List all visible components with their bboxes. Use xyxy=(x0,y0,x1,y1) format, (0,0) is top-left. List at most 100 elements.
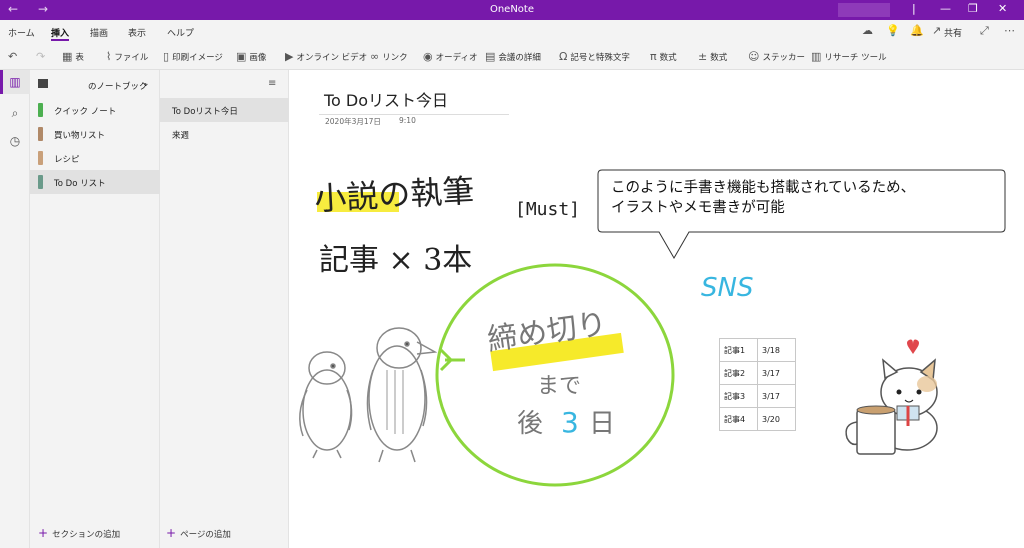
section-label: クイック ノート xyxy=(54,107,117,117)
ink-until[interactable]: まで xyxy=(537,374,581,399)
close-icon[interactable]: ✕ xyxy=(998,2,1007,15)
account-area[interactable] xyxy=(838,3,890,17)
redo-icon[interactable]: ↷ xyxy=(36,50,48,63)
omega-icon: Ω xyxy=(559,50,568,63)
table-row: 記事2 3/17 xyxy=(719,361,796,385)
pi-icon: π xyxy=(650,50,657,63)
plus-icon: + xyxy=(38,526,49,540)
page-label: 来週 xyxy=(172,131,190,141)
penguin-sketch-large xyxy=(366,327,438,463)
green-arrow xyxy=(439,348,465,372)
undo-icon[interactable]: ↶ xyxy=(8,50,20,63)
paperclip-icon: ⌇ xyxy=(106,50,112,63)
section-label: レシピ xyxy=(54,155,80,165)
sync-icon[interactable]: ☁ xyxy=(862,24,873,37)
ink-three[interactable]: 3 xyxy=(561,406,579,439)
penguin-sketch-small xyxy=(299,351,353,459)
more-icon[interactable]: ⋯ xyxy=(1004,24,1015,37)
notebooks-icon[interactable]: ▥ xyxy=(0,70,30,94)
navigation-rail: ▥ ⌕ ◷ xyxy=(0,70,30,548)
image-icon: ▣ xyxy=(236,50,247,63)
heart-icon xyxy=(907,339,919,354)
table-row: 記事1 3/18 xyxy=(719,338,796,362)
math-button[interactable]: ± 数式 xyxy=(698,50,727,63)
tab-draw[interactable]: 描画 xyxy=(90,26,108,39)
symbols-button[interactable]: Ω 記号と特殊文字 xyxy=(559,50,630,63)
menu-bar: ホーム 挿入 描画 表示 ヘルプ ☁ 💡 🔔 ↗ 共有 ⤢ ⋯ xyxy=(0,20,1024,42)
title-bar: ← → OneNote | — ❐ ✕ xyxy=(0,0,1024,20)
minimize-icon[interactable]: | xyxy=(912,2,916,15)
restore-icon[interactable]: ❐ xyxy=(968,2,978,15)
table-row: 記事4 3/20 xyxy=(719,407,796,431)
tab-insert[interactable]: 挿入 xyxy=(51,26,69,39)
insert-link-button[interactable]: ∞ リンク xyxy=(370,50,408,63)
table-row: 記事3 3/17 xyxy=(719,384,796,408)
section-item-quick-notes[interactable]: クイック ノート xyxy=(30,98,160,122)
section-color-tab xyxy=(38,151,43,165)
researcher-button[interactable]: ▥ リサーチ ツール xyxy=(811,50,887,63)
video-icon: ▶ xyxy=(285,50,294,63)
add-section-button[interactable]: + セクションの追加 xyxy=(38,526,120,540)
deadline-table[interactable]: 記事1 3/18 記事2 3/17 記事3 3/17 記事4 3/20 xyxy=(719,338,796,431)
section-color-tab xyxy=(38,175,43,189)
ink-layer[interactable]: 小説の執筆 [Must] 記事 × 3本 締め切り まで 後 3 日 SNS xyxy=(289,70,1024,548)
callout-text[interactable]: このように手書き機能も搭載されているため、 イラストやメモ書きが可能 xyxy=(611,178,1011,218)
fullscreen-icon[interactable]: ⤢ xyxy=(980,24,989,38)
notebook-icon xyxy=(38,79,48,88)
section-color-tab xyxy=(38,103,43,117)
ink-sns[interactable]: SNS xyxy=(701,273,753,303)
microphone-icon: ◉ xyxy=(423,50,433,63)
insert-table-button[interactable]: ▦ 表 xyxy=(62,50,84,63)
share-button[interactable]: 共有 xyxy=(944,26,962,39)
mug-icon xyxy=(856,409,896,455)
table-icon: ▦ xyxy=(62,50,73,63)
section-item-recipes[interactable]: レシピ xyxy=(30,146,160,170)
ribbon-toolbar: ↶ ↷ ▦ 表 ⌇ ファイル ▯ 印刷イメージ ▣ 画像 ▶ オンライン ビデオ ∞ リンク… xyxy=(0,42,1024,70)
insert-online-video-button[interactable]: ▶ オンライン ビデオ xyxy=(285,50,367,63)
search-icon[interactable]: ⌕ xyxy=(0,106,30,121)
page-item-next-week[interactable]: 来週 xyxy=(160,122,289,146)
research-icon: ▥ xyxy=(811,50,822,63)
lightbulb-icon[interactable]: 💡 xyxy=(886,24,900,37)
calendar-icon: ▤ xyxy=(485,50,496,63)
document-icon: ▯ xyxy=(163,50,170,63)
ink-remaining[interactable]: 後 xyxy=(517,409,543,439)
notebook-name: のノートブック xyxy=(88,82,148,92)
notebook-selector[interactable]: のノートブック ⌄ xyxy=(30,70,160,98)
plus-icon: + xyxy=(166,526,177,540)
ink-line2[interactable]: 記事 × 3本 xyxy=(319,243,472,278)
bell-icon[interactable]: 🔔 xyxy=(910,24,924,37)
chevron-down-icon: ⌄ xyxy=(142,79,150,89)
section-label: To Do リスト xyxy=(54,179,106,189)
ink-days[interactable]: 日 xyxy=(589,409,615,439)
recent-clock-icon[interactable]: ◷ xyxy=(0,134,30,148)
meeting-details-button[interactable]: ▤ 会議の詳細 xyxy=(485,50,541,63)
math-icon: ± xyxy=(698,50,708,63)
tab-help[interactable]: ヘルプ xyxy=(167,26,194,39)
insert-picture-button[interactable]: ▣ 画像 xyxy=(236,50,266,63)
share-icon[interactable]: ↗ xyxy=(932,24,941,37)
link-icon: ∞ xyxy=(370,50,380,63)
pages-pane: ≡ To Doリスト今日 来週 + ページの追加 xyxy=(160,70,289,548)
ink-line1[interactable]: 小説の執筆 xyxy=(313,172,475,218)
minimize-button-icon[interactable]: — xyxy=(940,2,951,15)
section-item-shopping[interactable]: 買い物リスト xyxy=(30,122,160,146)
sticker-button[interactable]: ☺ ステッカー xyxy=(748,50,805,63)
add-page-button[interactable]: + ページの追加 xyxy=(166,526,231,540)
selected-indicator xyxy=(0,70,3,94)
ink-must-tag[interactable]: [Must] xyxy=(515,199,580,220)
active-tab-indicator xyxy=(51,39,69,41)
sort-icon[interactable]: ≡ xyxy=(268,78,276,89)
page-canvas[interactable]: To Doリスト今日 2020年3月17日 9:10 小説の執筆 [Must] … xyxy=(289,70,1024,548)
equation-button[interactable]: π 数式 xyxy=(650,50,677,63)
section-label: 買い物リスト xyxy=(54,131,106,141)
tab-view[interactable]: 表示 xyxy=(128,26,146,39)
insert-audio-button[interactable]: ◉ オーディオ xyxy=(423,50,478,63)
section-item-todo[interactable]: To Do リスト xyxy=(30,170,160,194)
sections-pane: のノートブック ⌄ クイック ノート 買い物リスト レシピ To Do リスト … xyxy=(30,70,160,548)
tab-home[interactable]: ホーム xyxy=(8,26,35,39)
cat-sticker[interactable] xyxy=(845,339,938,455)
insert-printout-button[interactable]: ▯ 印刷イメージ xyxy=(163,50,223,63)
page-item-today[interactable]: To Doリスト今日 xyxy=(160,98,289,122)
insert-file-button[interactable]: ⌇ ファイル xyxy=(106,50,148,63)
